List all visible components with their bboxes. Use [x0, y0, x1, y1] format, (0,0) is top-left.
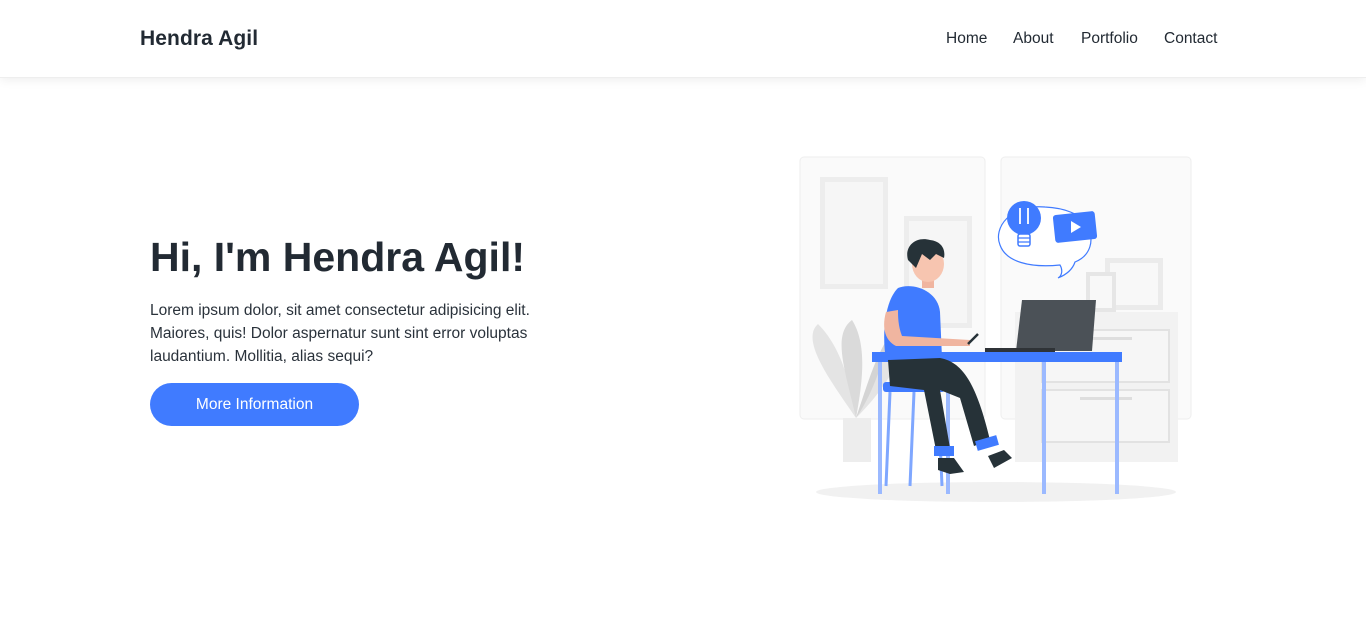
hero-illustration-svg	[799, 156, 1192, 502]
hero-description: Lorem ipsum dolor, sit amet consectetur …	[150, 302, 530, 365]
navbar: Hendra Agil Home About Portfolio Contact	[0, 0, 1366, 78]
nav-menu: Home About Portfolio Contact	[0, 30, 1226, 52]
nav-link-about[interactable]: About	[1013, 30, 1054, 48]
nav-link-contact[interactable]: Contact	[1164, 30, 1217, 48]
more-information-button[interactable]: More Information	[150, 383, 359, 426]
nav-link-portfolio[interactable]: Portfolio	[1081, 30, 1138, 48]
hero-title: Hi, I'm Hendra Agil!	[150, 234, 525, 280]
nav-link-home[interactable]: Home	[946, 30, 987, 48]
person-working-at-laptop-illustration	[790, 150, 1200, 510]
